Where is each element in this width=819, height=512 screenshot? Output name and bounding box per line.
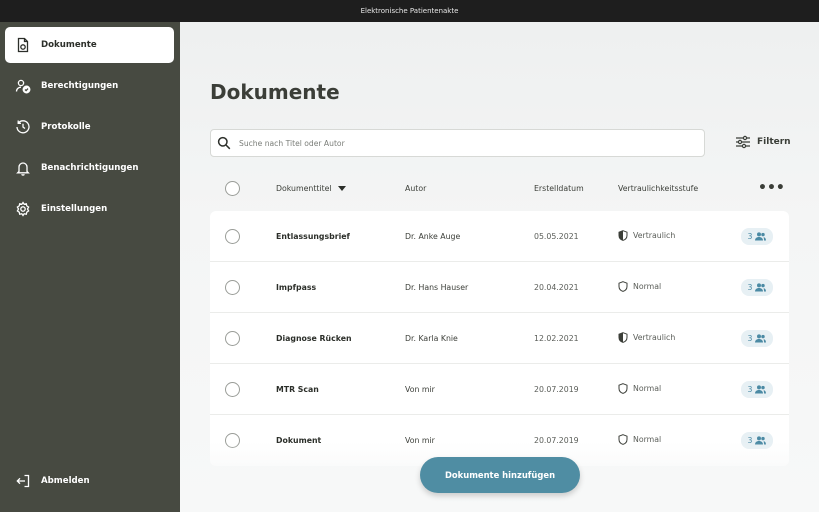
document-date: 12.02.2021 <box>534 334 579 343</box>
row-checkbox[interactable] <box>225 382 240 397</box>
sidebar-item-benachrichtigungen[interactable]: Benachrichtigungen <box>5 150 174 186</box>
column-header-date: Erstelldatum <box>534 184 584 193</box>
logout-button[interactable]: Abmelden <box>5 463 174 499</box>
page-title: Dokumente <box>210 80 340 104</box>
sidebar-item-label: Einstellungen <box>41 204 108 214</box>
add-documents-button[interactable]: Dokumente hinzufügen <box>420 457 580 493</box>
filter-button[interactable]: Filtern <box>735 135 791 149</box>
sidebar-item-label: Protokolle <box>41 122 91 132</box>
row-checkbox[interactable] <box>225 433 240 448</box>
shared-count: 3 <box>747 436 753 445</box>
table-row[interactable]: Entlassungsbrief Dr. Anke Auge 05.05.202… <box>210 211 789 262</box>
document-author: Von mir <box>405 385 435 394</box>
document-author: Dr. Karla Knie <box>405 334 458 343</box>
more-options-icon[interactable]: ••• <box>758 180 785 196</box>
users-icon <box>755 334 767 343</box>
shield-icon <box>618 281 628 292</box>
shield-half-icon <box>618 230 628 241</box>
shield-icon <box>618 383 628 394</box>
confidentiality-label: Normal <box>633 282 662 291</box>
table-row[interactable]: Diagnose Rücken Dr. Karla Knie 12.02.202… <box>210 313 789 364</box>
document-title: Dokument <box>276 436 322 445</box>
sidebar-item-einstellungen[interactable]: Einstellungen <box>5 191 174 227</box>
confidentiality-label: Vertraulich <box>633 231 676 240</box>
document-author: Dr. Hans Hauser <box>405 283 469 292</box>
window-title: Elektronische Patientenakte <box>360 7 459 15</box>
select-all-checkbox[interactable] <box>225 181 240 196</box>
document-title: Entlassungsbrief <box>276 232 350 241</box>
document-table: Entlassungsbrief Dr. Anke Auge 05.05.202… <box>210 211 789 466</box>
users-icon <box>755 385 767 394</box>
filter-label: Filtern <box>757 137 791 147</box>
document-date: 20.07.2019 <box>534 436 579 445</box>
confidentiality-label: Vertraulich <box>633 333 676 342</box>
document-author: Von mir <box>405 436 435 445</box>
shield-icon <box>618 434 628 445</box>
shared-users-badge[interactable]: 3 <box>741 381 773 398</box>
sidebar-item-label: Dokumente <box>41 40 97 50</box>
user-permissions-icon <box>15 78 31 94</box>
users-icon <box>755 232 767 241</box>
bell-icon <box>15 160 31 176</box>
confidentiality-level: Vertraulich <box>618 230 675 241</box>
shield-half-icon <box>618 332 628 343</box>
shared-count: 3 <box>747 334 753 343</box>
shared-users-badge[interactable]: 3 <box>741 228 773 245</box>
logout-icon <box>15 473 31 489</box>
row-checkbox[interactable] <box>225 229 240 244</box>
document-date: 20.07.2019 <box>534 385 579 394</box>
document-title: Impfpass <box>276 283 317 292</box>
confidentiality-level: Normal <box>618 383 661 394</box>
shared-count: 3 <box>747 232 753 241</box>
document-date: 05.05.2021 <box>534 232 579 241</box>
sidebar-item-label: Berechtigungen <box>41 81 119 91</box>
document-date: 20.04.2021 <box>534 283 579 292</box>
table-row[interactable]: MTR Scan Von mir 20.07.2019 Normal 3 <box>210 364 789 415</box>
document-title: MTR Scan <box>276 385 319 394</box>
sidebar-item-berechtigungen[interactable]: Berechtigungen <box>5 68 174 104</box>
table-row[interactable]: Impfpass Dr. Hans Hauser 20.04.2021 Norm… <box>210 262 789 313</box>
sort-descending-icon <box>337 186 346 191</box>
document-author: Dr. Anke Auge <box>405 232 461 241</box>
search-input[interactable] <box>239 138 679 148</box>
document-title: Diagnose Rücken <box>276 334 352 343</box>
window-titlebar: Elektronische Patientenakte <box>0 0 819 22</box>
column-header-title[interactable]: Dokumenttitel <box>276 184 346 193</box>
shared-count: 3 <box>747 385 753 394</box>
column-header-confidentiality: Vertraulichkeitsstufe <box>618 184 699 193</box>
sidebar-item-dokumente[interactable]: Dokumente <box>5 27 174 63</box>
document-icon <box>15 37 31 53</box>
confidentiality-level: Normal <box>618 434 661 445</box>
sidebar-item-label: Benachrichtigungen <box>41 163 139 173</box>
sidebar-item-protokolle[interactable]: Protokolle <box>5 109 174 145</box>
search-bar <box>210 129 705 157</box>
gear-icon <box>15 201 31 217</box>
confidentiality-label: Normal <box>633 435 662 444</box>
filter-sliders-icon <box>736 135 750 149</box>
row-checkbox[interactable] <box>225 280 240 295</box>
table-header: Dokumenttitel Autor Erstelldatum Vertrau… <box>210 178 789 202</box>
history-icon <box>15 119 31 135</box>
users-icon <box>755 283 767 292</box>
sidebar: Dokumente Berechtigungen Protokolle Bena… <box>0 22 180 512</box>
logout-label: Abmelden <box>41 476 90 486</box>
confidentiality-level: Normal <box>618 281 661 292</box>
shared-users-badge[interactable]: 3 <box>741 432 773 449</box>
row-checkbox[interactable] <box>225 331 240 346</box>
confidentiality-level: Vertraulich <box>618 332 675 343</box>
column-header-author: Autor <box>405 184 427 193</box>
users-icon <box>755 436 767 445</box>
search-icon <box>217 136 231 150</box>
shared-users-badge[interactable]: 3 <box>741 279 773 296</box>
shared-count: 3 <box>747 283 753 292</box>
confidentiality-label: Normal <box>633 384 662 393</box>
main-content: Dokumente Filtern Dokumenttitel Autor Er… <box>180 22 819 512</box>
shared-users-badge[interactable]: 3 <box>741 330 773 347</box>
column-header-title-label: Dokumenttitel <box>276 184 332 193</box>
